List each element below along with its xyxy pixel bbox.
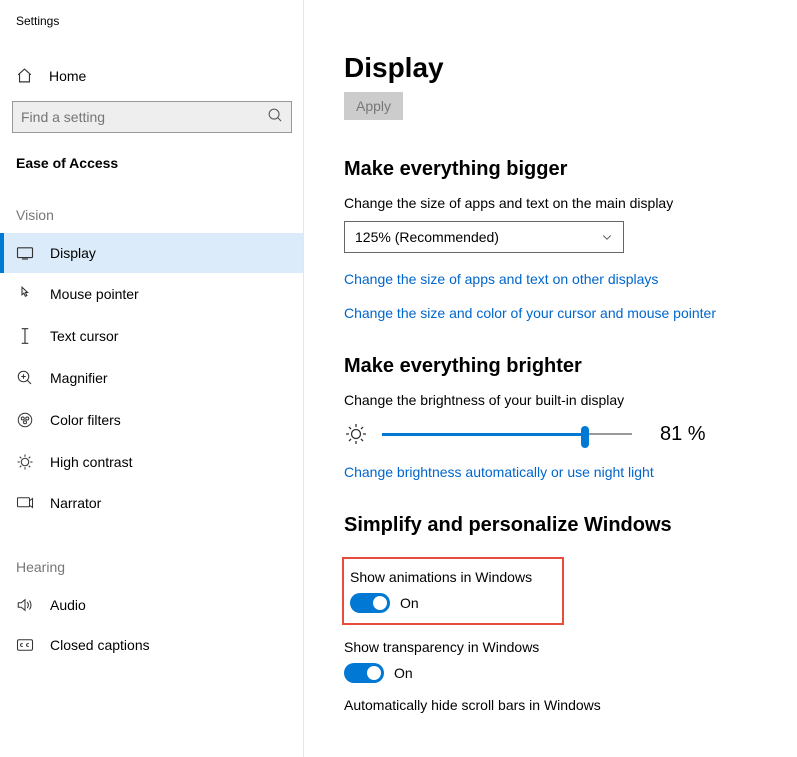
display-icon [16, 246, 34, 260]
sidebar-item-narrator[interactable]: Narrator [0, 483, 304, 523]
brighter-desc: Change the brightness of your built-in d… [344, 392, 797, 408]
sun-icon [344, 422, 368, 446]
app-title: Settings [0, 0, 304, 28]
toggle-state-transparency: On [394, 665, 413, 681]
category-header: Ease of Access [0, 133, 304, 171]
mouse-pointer-icon [16, 285, 34, 303]
sidebar-item-label: Text cursor [50, 328, 118, 344]
main-pane: Display Apply Make everything bigger Cha… [304, 0, 797, 757]
sidebar-item-label: Display [50, 245, 96, 261]
section-heading-simplify: Simplify and personalize Windows [344, 514, 797, 537]
color-filters-icon [16, 411, 34, 429]
scale-dropdown-value: 125% (Recommended) [355, 229, 499, 245]
toggle-label-transparency: Show transparency in Windows [344, 639, 797, 655]
sidebar-item-label: Audio [50, 597, 86, 613]
toggle-transparency[interactable] [344, 663, 384, 683]
search-icon [267, 107, 284, 124]
sidebar-item-label: Magnifier [50, 370, 108, 386]
link-night-light[interactable]: Change brightness automatically or use n… [344, 464, 797, 480]
narrator-icon [16, 495, 34, 511]
toggle-label-animations: Show animations in Windows [350, 569, 532, 585]
text-cursor-icon [16, 327, 34, 345]
home-nav[interactable]: Home [0, 56, 304, 95]
link-cursor-pointer[interactable]: Change the size and color of your cursor… [344, 305, 797, 321]
sidebar-item-text-cursor[interactable]: Text cursor [0, 315, 304, 357]
scale-dropdown[interactable]: 125% (Recommended) [344, 221, 624, 253]
search-input[interactable] [12, 101, 292, 133]
audio-icon [16, 597, 34, 613]
sidebar-item-label: Narrator [50, 495, 101, 511]
brightness-value: 81 % [660, 423, 706, 446]
magnifier-icon [16, 369, 34, 387]
sidebar-item-display[interactable]: Display [0, 233, 304, 273]
link-other-displays[interactable]: Change the size of apps and text on othe… [344, 271, 797, 287]
search-wrap [12, 101, 292, 133]
toggle-row-scrollbars: Automatically hide scroll bars in Window… [344, 697, 797, 713]
toggle-label-scrollbars: Automatically hide scroll bars in Window… [344, 697, 797, 713]
home-label: Home [49, 68, 86, 84]
sidebar-item-mouse-pointer[interactable]: Mouse pointer [0, 273, 304, 315]
sidebar-item-label: Color filters [50, 412, 121, 428]
sidebar-item-label: Mouse pointer [50, 286, 139, 302]
group-vision: Vision [0, 207, 304, 223]
home-icon [16, 67, 33, 84]
highlight-box: Show animations in Windows On [342, 557, 564, 625]
sidebar-item-label: High contrast [50, 454, 132, 470]
sidebar-item-color-filters[interactable]: Color filters [0, 399, 304, 441]
sidebar-item-magnifier[interactable]: Magnifier [0, 357, 304, 399]
sidebar: Settings Home Ease of Access Vision Disp… [0, 0, 304, 757]
group-hearing: Hearing [0, 559, 304, 575]
closed-captions-icon [16, 638, 34, 652]
apply-button[interactable]: Apply [344, 92, 403, 120]
sidebar-item-label: Closed captions [50, 637, 150, 653]
toggle-animations[interactable] [350, 593, 390, 613]
sidebar-item-closed-captions[interactable]: Closed captions [0, 625, 304, 665]
chevron-down-icon [601, 231, 613, 243]
section-heading-brighter: Make everything brighter [344, 355, 797, 378]
brightness-row: 81 % [344, 422, 797, 446]
toggle-state-animations: On [400, 595, 419, 611]
brightness-slider[interactable] [382, 424, 632, 444]
sidebar-item-high-contrast[interactable]: High contrast [0, 441, 304, 483]
toggle-row-transparency: Show transparency in Windows On [344, 639, 797, 683]
bigger-desc: Change the size of apps and text on the … [344, 195, 797, 211]
sidebar-divider [303, 0, 304, 757]
sidebar-item-audio[interactable]: Audio [0, 585, 304, 625]
page-title: Display [344, 52, 797, 84]
section-heading-bigger: Make everything bigger [344, 158, 797, 181]
high-contrast-icon [16, 453, 34, 471]
